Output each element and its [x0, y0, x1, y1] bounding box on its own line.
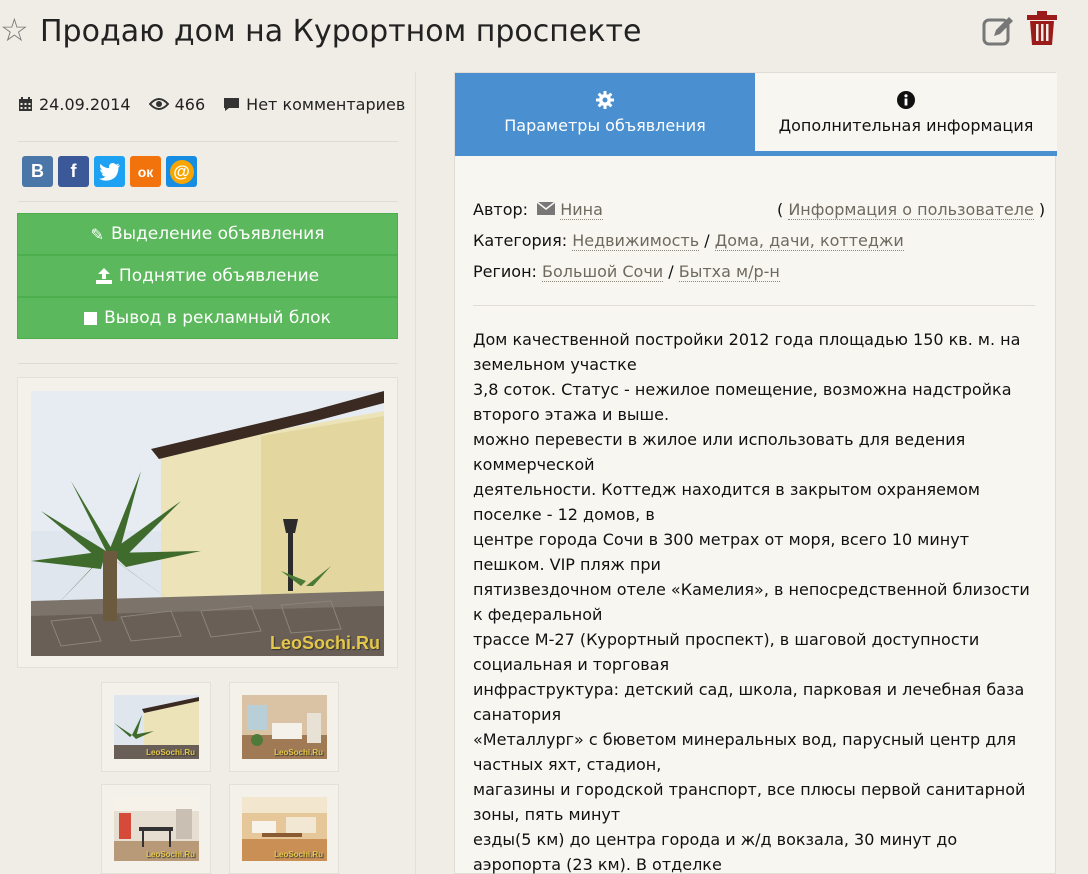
category-row: Категория: Недвижимость / Дома, дачи, ко… — [473, 231, 904, 251]
photo-watermark: LeoSochi.Ru — [269, 633, 380, 653]
district-link[interactable]: Бытха м/р-н — [678, 262, 780, 282]
user-info-link[interactable]: Информация о пользователе — [788, 200, 1034, 220]
edit-icon[interactable] — [982, 14, 1016, 48]
description-line: центре города Сочи в 300 метрах от моря,… — [473, 530, 970, 574]
author-link[interactable]: Нина — [560, 200, 603, 220]
vk-share-icon[interactable]: В — [22, 156, 53, 187]
page-title: Продаю дом на Курортном проспекте — [40, 14, 642, 49]
trash-icon[interactable] — [1026, 10, 1058, 46]
upload-icon — [95, 268, 112, 284]
divider — [18, 141, 398, 142]
square-icon — [84, 311, 98, 325]
view-count: 466 — [174, 94, 206, 114]
subcategory-link[interactable]: Дома, дачи, коттеджи — [714, 231, 904, 251]
thumbnail-image: LeoSochi.Ru — [242, 797, 327, 861]
tab-ad-parameters-label: Параметры объявления — [504, 115, 706, 135]
social-share-bar: В f ок @ — [22, 156, 202, 187]
left-column: 24.09.2014 466 Нет комментариев В f ок @ — [0, 72, 416, 874]
description-line: трассе М-27 (Курортный проспект), в шаго… — [473, 630, 980, 674]
region-link[interactable]: Большой Сочи — [542, 262, 664, 282]
main-photo-frame: LeoSochi.Ru — [17, 377, 398, 668]
thumbnail-image: LeoSochi.Ru — [114, 797, 199, 861]
description-line: пятизвездочном отеле «Камелия», в непоср… — [473, 580, 1030, 624]
post-date: 24.09.2014 — [39, 94, 131, 114]
raise-ad-button[interactable]: Поднятие объявление — [17, 255, 398, 297]
comments-count[interactable]: Нет комментариев — [246, 95, 405, 114]
thumbnail-image: LeoSochi.Ru — [114, 695, 199, 759]
ad-description: Дом качественной постройки 2012 года пло… — [473, 327, 1039, 874]
photo-thumbnail[interactable]: LeoSochi.Ru — [101, 784, 211, 874]
facebook-share-icon[interactable]: f — [58, 156, 89, 187]
meta-row: 24.09.2014 466 Нет комментариев — [18, 92, 423, 116]
main-photo[interactable]: LeoSochi.Ru — [31, 391, 384, 656]
description-line: деятельности. Коттедж находится в закрыт… — [473, 480, 980, 524]
description-line: езды(5 км) до центра города и ж/д вокзал… — [473, 830, 958, 874]
highlight-ad-button[interactable]: ✎ Выделение объявления — [17, 213, 398, 255]
region-row: Регион: Большой Сочи / Бытха м/р-н — [473, 262, 780, 282]
tab-additional-info-label: Дополнительная информация — [778, 115, 1034, 135]
user-info-wrapper: ( Информация о пользователе ) — [777, 200, 1046, 220]
divider — [18, 363, 398, 364]
photo-thumbnail[interactable]: LeoSochi.Ru — [229, 784, 339, 874]
tab-additional-info[interactable]: Дополнительная информация — [755, 73, 1057, 151]
right-column: Параметры объявления Дополнительная инфо… — [454, 72, 1057, 874]
divider — [18, 201, 398, 202]
ad-block-button[interactable]: Вывод в рекламный блок — [17, 297, 398, 339]
calendar-icon — [19, 96, 32, 111]
star-icon[interactable]: ☆ — [0, 10, 29, 50]
info-icon — [897, 90, 915, 110]
odnoklassniki-share-icon[interactable]: ок — [130, 156, 161, 187]
gear-icon — [596, 90, 614, 110]
description-line: «Металлург» с бюветом минеральных вод, п… — [473, 730, 1017, 774]
description-line: можно перевести в жилое или использовать… — [473, 430, 966, 474]
photo-thumbnail[interactable]: LeoSochi.Ru — [229, 682, 339, 772]
photo-thumbnail[interactable]: LeoSochi.Ru — [101, 682, 211, 772]
pencil-icon: ✎ — [90, 224, 104, 244]
tab-underline — [455, 151, 1057, 156]
eye-icon — [148, 98, 169, 110]
category-link[interactable]: Недвижимость — [572, 231, 700, 251]
twitter-share-icon[interactable] — [94, 156, 125, 187]
tab-ad-parameters[interactable]: Параметры объявления — [455, 73, 755, 151]
title-bar: ☆ Продаю дом на Курортном проспекте — [0, 0, 1088, 66]
mail-icon — [536, 201, 556, 215]
comment-icon — [224, 97, 240, 111]
divider — [473, 305, 1035, 306]
description-line: магазины и городской транспорт, все плюс… — [473, 780, 1026, 824]
thumbnail-image: LeoSochi.Ru — [242, 695, 327, 759]
author-row: Автор: Нина ( Информация о пользователе … — [473, 200, 1046, 220]
description-line: инфраструктура: детский сад, школа, парк… — [473, 680, 1025, 724]
description-line: Дом качественной постройки 2012 года пло… — [473, 330, 1021, 374]
mailru-share-icon[interactable]: @ — [166, 156, 197, 187]
description-line: 3,8 соток. Статус - нежилое помещение, в… — [473, 380, 1012, 424]
